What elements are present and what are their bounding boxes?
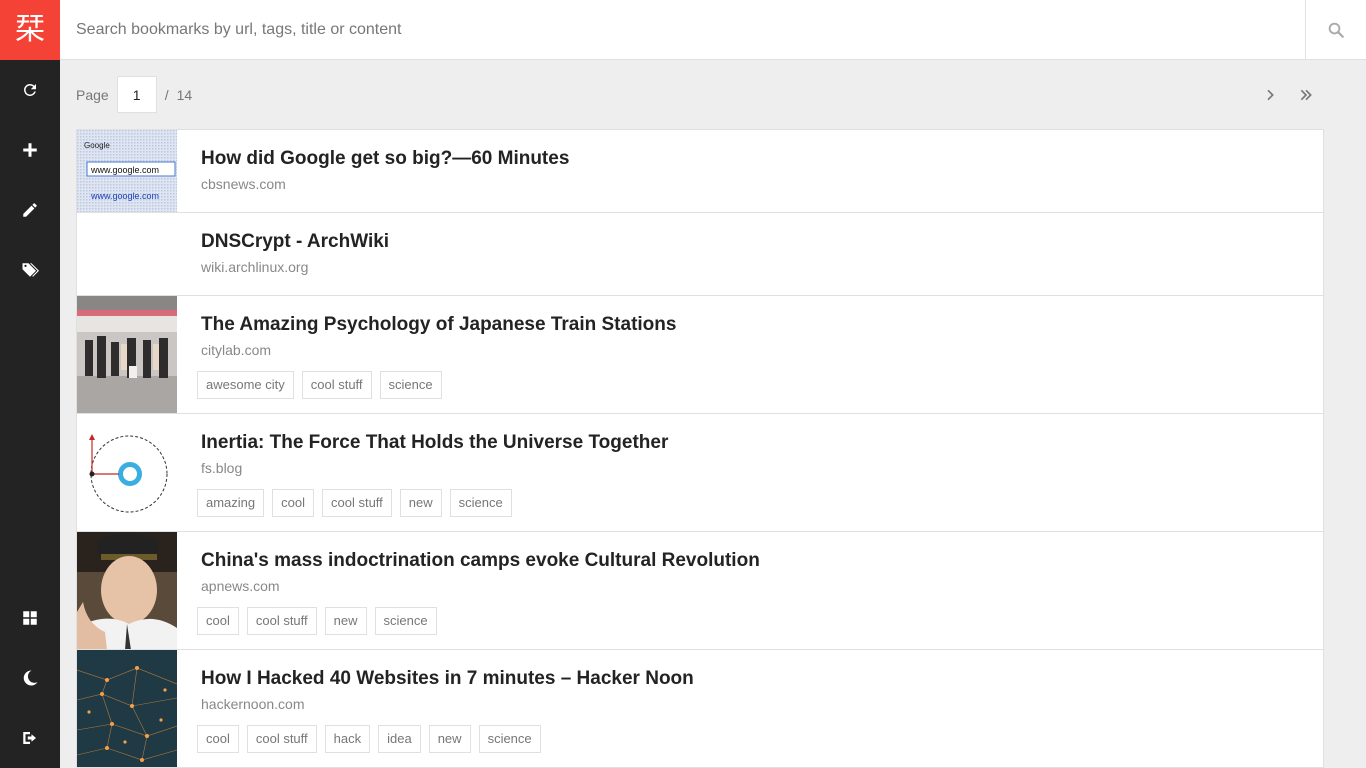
train-station-image (77, 296, 177, 413)
bookmark-thumbnail[interactable] (77, 414, 177, 531)
bookmark-item: DNSCrypt - ArchWiki wiki.archlinux.org (77, 213, 1323, 296)
bookmark-host: fs.blog (201, 460, 243, 476)
tag[interactable]: idea (378, 725, 421, 753)
bookmark-title[interactable]: The Amazing Psychology of Japanese Train… (201, 312, 1299, 338)
tag[interactable]: new (399, 489, 442, 517)
tag[interactable]: science (379, 371, 442, 399)
person-portrait-image (77, 532, 177, 649)
page-total: 14 (176, 86, 193, 103)
add-icon (23, 143, 37, 157)
bookmark-item: Inertia: The Force That Holds the Univer… (77, 414, 1323, 532)
grid-icon (23, 611, 37, 625)
app-logo[interactable]: 栞 (0, 0, 60, 60)
bookmark-item: China's mass indoctrination camps evoke … (77, 532, 1323, 650)
bookmark-host: citylab.com (201, 342, 272, 358)
tag[interactable]: cool stuff (246, 725, 317, 753)
moon-icon (23, 670, 38, 686)
tag[interactable]: science (449, 489, 512, 517)
tag-list: cool cool stuff hack idea new science (197, 725, 1299, 753)
last-page-button[interactable] (1291, 76, 1321, 113)
bookmark-thumbnail[interactable] (77, 213, 177, 295)
tag[interactable]: cool stuff (301, 371, 372, 399)
tag[interactable]: cool (197, 607, 239, 635)
edit-icon (23, 203, 37, 217)
tag-list: awesome city cool stuff science (197, 371, 1299, 399)
bookmark-item: Google www.google.com www.google.com How… (77, 130, 1323, 213)
edit-button[interactable] (0, 180, 60, 240)
bookmark-list: Google www.google.com www.google.com How… (76, 129, 1324, 768)
tags-icon (22, 263, 39, 277)
bookmark-host: wiki.archlinux.org (201, 259, 309, 275)
bookmark-thumbnail[interactable] (77, 532, 177, 649)
tag[interactable]: cool (272, 489, 314, 517)
tag-list: cool cool stuff new science (197, 607, 1299, 635)
search-input[interactable] (60, 0, 1305, 60)
bookmark-host: hackernoon.com (201, 696, 305, 712)
tag[interactable]: cool (197, 725, 239, 753)
thumb-text: www.google.com (90, 191, 159, 201)
bookmark-thumbnail[interactable] (77, 296, 177, 413)
bookmark-thumbnail[interactable]: Google www.google.com www.google.com (77, 130, 177, 212)
double-chevron-right-icon (1300, 89, 1312, 100)
bookmark-title[interactable]: China's mass indoctrination camps evoke … (201, 548, 1299, 574)
grid-view-button[interactable] (0, 588, 60, 648)
bookmark-title[interactable]: DNSCrypt - ArchWiki (201, 229, 1299, 255)
logout-button[interactable] (0, 708, 60, 768)
tag[interactable]: science (374, 607, 437, 635)
bookmark-title[interactable]: How I Hacked 40 Websites in 7 minutes – … (201, 666, 1299, 692)
sidebar: 栞 (0, 0, 60, 768)
next-page-button[interactable] (1255, 76, 1285, 113)
page-number-input[interactable] (116, 76, 157, 113)
chevron-right-icon (1267, 89, 1274, 100)
night-mode-button[interactable] (0, 648, 60, 708)
network-image (77, 650, 177, 767)
tag[interactable]: new (428, 725, 471, 753)
bookmark-host: cbsnews.com (201, 176, 286, 192)
inertia-diagram-image (89, 434, 168, 513)
bookmark-title[interactable]: How did Google get so big?—60 Minutes (201, 146, 1299, 172)
page-label: Page (76, 86, 109, 103)
thumb-text: www.google.com (90, 165, 159, 175)
header (60, 0, 1366, 60)
bookmark-title[interactable]: Inertia: The Force That Holds the Univer… (201, 430, 1299, 456)
pagination: Page / 14 (76, 76, 192, 113)
tag-list: amazing cool cool stuff new science (197, 489, 1299, 517)
logout-icon (23, 732, 36, 744)
tag[interactable]: hack (324, 725, 371, 753)
thumb-text: Google (84, 141, 110, 150)
google-screenshot-image: Google www.google.com www.google.com (77, 130, 177, 212)
refresh-button[interactable] (0, 60, 60, 120)
add-bookmark-button[interactable] (0, 120, 60, 180)
bookmark-item: How I Hacked 40 Websites in 7 minutes – … (77, 650, 1323, 768)
tag[interactable]: cool stuff (322, 489, 392, 517)
bookmark-thumbnail[interactable] (77, 650, 177, 767)
tag[interactable]: cool stuff (246, 607, 317, 635)
bookmark-item: The Amazing Psychology of Japanese Train… (77, 296, 1323, 414)
search-button[interactable] (1305, 0, 1366, 60)
bookmark-host: apnews.com (201, 578, 280, 594)
tags-button[interactable] (0, 240, 60, 300)
tag[interactable]: amazing (197, 489, 265, 517)
tag[interactable]: new (324, 607, 367, 635)
page-separator: / (164, 86, 169, 103)
tag[interactable]: science (478, 725, 541, 753)
search-icon (1328, 22, 1344, 38)
refresh-icon (24, 84, 36, 96)
tag[interactable]: awesome city (197, 371, 294, 399)
